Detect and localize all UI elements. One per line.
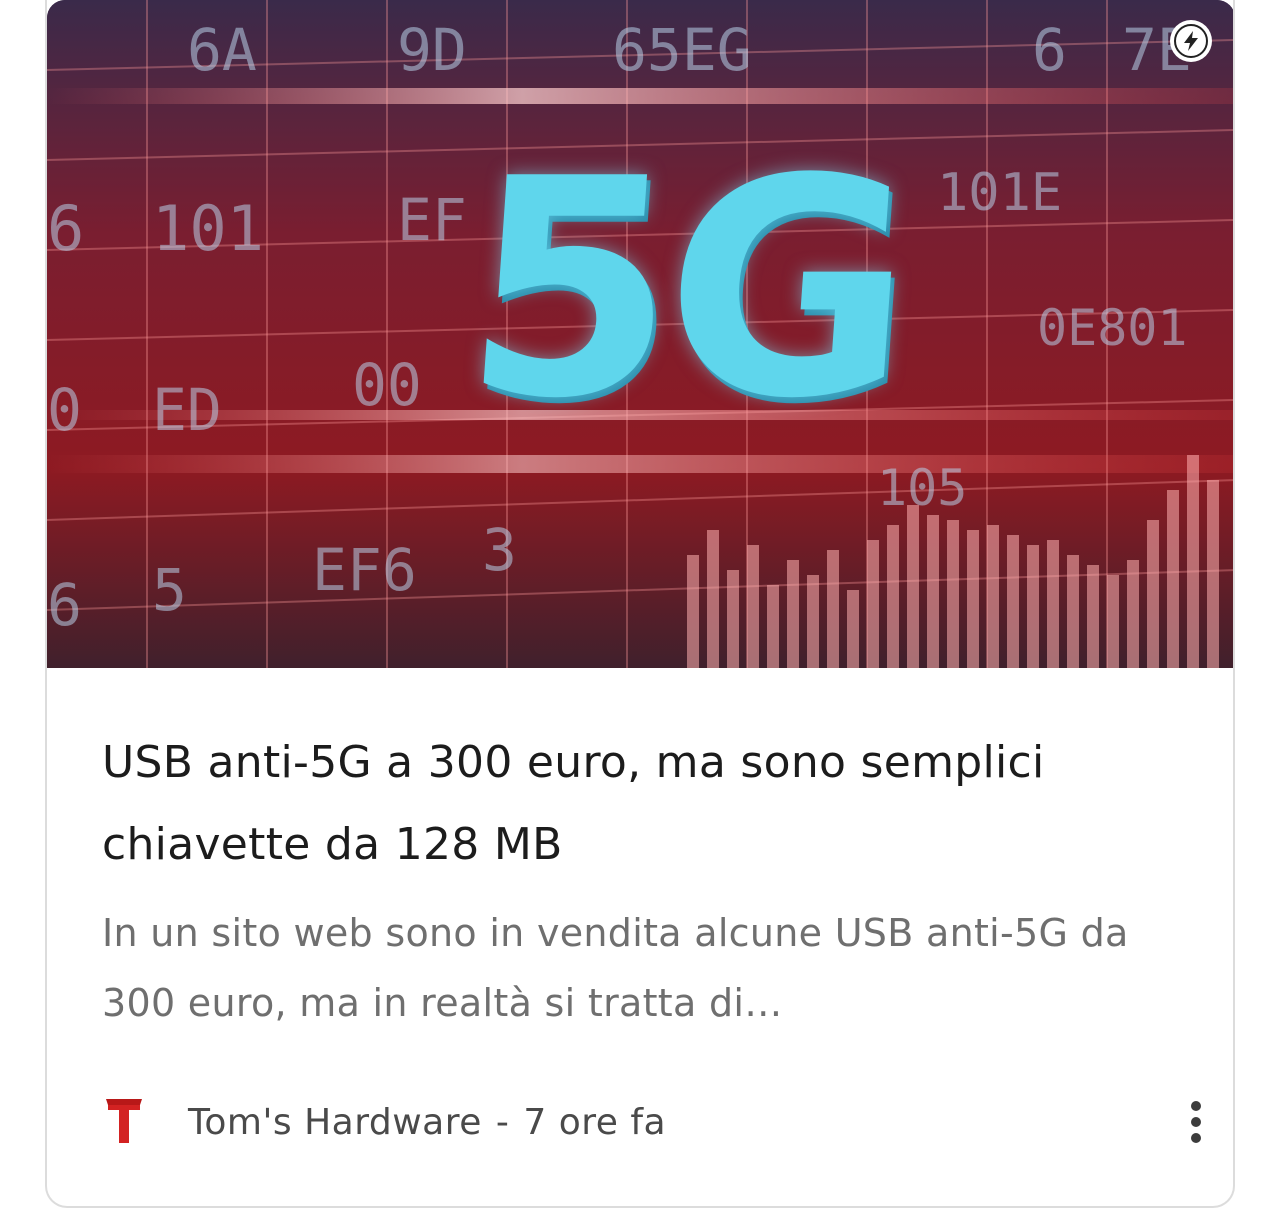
svg-text:0: 0 bbox=[47, 376, 82, 444]
article-snippet: In un sito web sono in vendita alcune US… bbox=[102, 911, 1129, 1025]
svg-text:65EG: 65EG bbox=[612, 16, 752, 84]
svg-text:00: 00 bbox=[352, 351, 422, 419]
svg-text:6A: 6A bbox=[187, 16, 257, 84]
meta-separator: - bbox=[495, 1101, 510, 1143]
toms-hardware-logo bbox=[102, 1097, 146, 1147]
lightning-bolt-icon bbox=[1184, 31, 1198, 51]
svg-text:EF: EF bbox=[397, 186, 467, 254]
article-image[interactable]: 6A 9D 65EG 6 7E 6 101 EF 101E 0E801 0 ED… bbox=[47, 0, 1233, 668]
svg-text:6: 6 bbox=[1032, 16, 1067, 84]
svg-text:5: 5 bbox=[152, 556, 187, 624]
article-title[interactable]: USB anti-5G a 300 euro, ma sono semplici… bbox=[102, 722, 1182, 886]
svg-text:6: 6 bbox=[47, 192, 84, 265]
svg-text:105: 105 bbox=[877, 459, 967, 517]
source-name[interactable]: Tom's Hardware bbox=[188, 1102, 482, 1143]
svg-text:EF6: EF6 bbox=[312, 536, 417, 604]
more-vertical-icon[interactable] bbox=[1174, 1094, 1218, 1150]
news-card[interactable]: 6A 9D 65EG 6 7E 6 101 EF 101E 0E801 0 ED… bbox=[45, 0, 1235, 1208]
svg-text:101E: 101E bbox=[937, 163, 1062, 223]
svg-text:ED: ED bbox=[152, 376, 222, 444]
svg-text:0E801: 0E801 bbox=[1037, 299, 1188, 357]
article-footer: Tom's Hardware - 7 ore fa bbox=[102, 1092, 1201, 1152]
article-age: 7 ore fa bbox=[523, 1101, 667, 1143]
amp-badge bbox=[1170, 20, 1212, 62]
svg-text:9D: 9D bbox=[397, 16, 467, 84]
svg-text:3: 3 bbox=[482, 516, 517, 584]
image-5g-text: 5G bbox=[454, 115, 915, 464]
svg-text:6: 6 bbox=[47, 571, 82, 639]
svg-text:101: 101 bbox=[152, 192, 264, 265]
